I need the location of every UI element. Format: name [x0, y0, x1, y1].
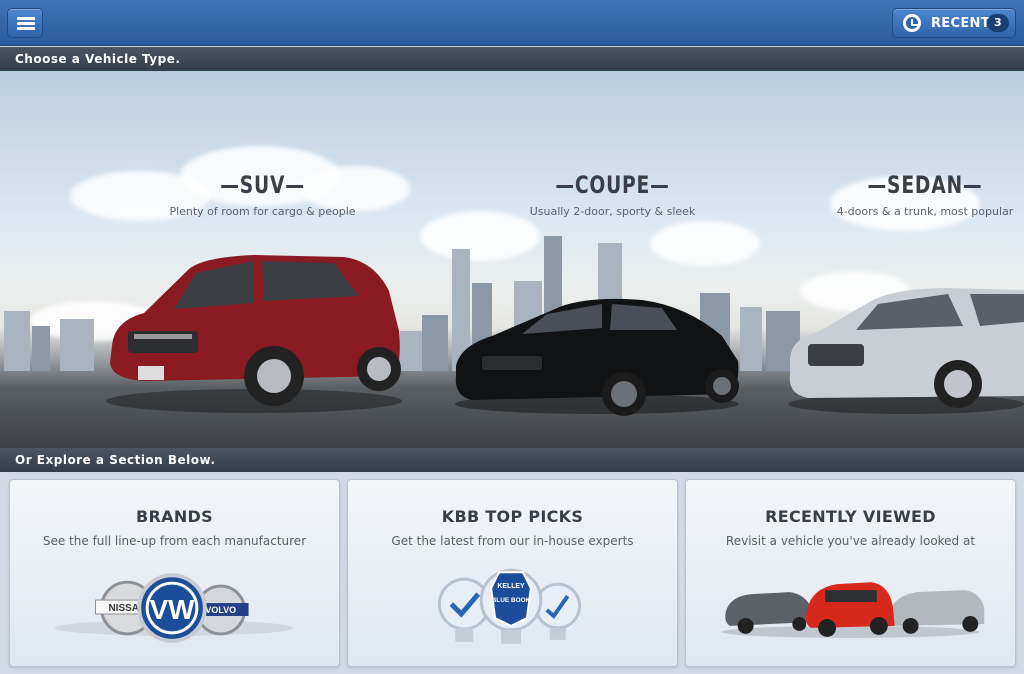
menu-button[interactable] [7, 8, 43, 38]
recent-button[interactable]: RECENT 3 [892, 8, 1016, 38]
recent-cars-image [720, 582, 985, 638]
silver-sedan-car [890, 590, 985, 634]
recent-count-badge: 3 [987, 14, 1009, 32]
card-description: Get the latest from our in-house experts [391, 534, 634, 548]
skyline-building [422, 315, 448, 371]
check-arrow-award-icon [534, 582, 582, 640]
card-description: Revisit a vehicle you've already looked … [725, 534, 976, 548]
vehicle-type-carousel[interactable]: —SUV— Plenty of room for cargo & people … [0, 71, 1024, 448]
suv-car-image[interactable] [104, 251, 404, 416]
skyline-building [32, 326, 50, 371]
hamburger-line [17, 27, 35, 30]
sedan-car-image[interactable] [788, 286, 1024, 416]
card-title: RECENTLY VIEWED [765, 507, 936, 526]
kbb-top-picks-card[interactable]: KBB TOP PICKS Get the latest from our in… [347, 479, 678, 667]
recent-label: RECENT [931, 16, 990, 31]
skyline-building [4, 311, 30, 371]
vehicle-type-title: —COUPE— [555, 171, 670, 199]
skyline-building [60, 319, 94, 371]
vehicle-type-description: Usually 2-door, sporty & sleek [529, 205, 696, 218]
vehicle-type-coupe[interactable]: —COUPE— Usually 2-door, sporty & sleek [490, 171, 735, 218]
top-navigation-bar: RECENT 3 [0, 0, 1024, 46]
vehicle-type-section-header: Choose a Vehicle Type. [0, 47, 1024, 71]
kbb-awards-image: KELLEY BLUE BOOK [437, 568, 582, 644]
svg-text:VOLVO: VOLVO [205, 605, 236, 615]
brand-logos-image: NISSAN VOLVO VW [54, 573, 294, 643]
hamburger-line [17, 22, 35, 25]
svg-text:VW: VW [150, 594, 196, 625]
card-description: See the full line-up from each manufactu… [42, 534, 307, 548]
vehicle-type-sedan[interactable]: —SEDAN— 4-doors & a trunk, most popular [830, 171, 1020, 218]
kelley-blue-book-badge: KELLEY BLUE BOOK [479, 568, 543, 644]
vw-logo: VW [137, 573, 207, 643]
brands-card[interactable]: BRANDS See the full line-up from each ma… [9, 479, 340, 667]
hamburger-menu-icon [17, 17, 35, 20]
coupe-car-image[interactable] [452, 296, 742, 416]
cloud [420, 211, 540, 261]
vehicle-type-description: 4-doors & a trunk, most popular [836, 205, 1014, 218]
svg-text:KELLEY: KELLEY [497, 583, 525, 590]
vehicle-type-title: —SEDAN— [867, 171, 983, 199]
clock-icon [903, 14, 921, 32]
vehicle-type-title: —SUV— [220, 171, 305, 199]
svg-text:BLUE BOOK: BLUE BOOK [492, 597, 531, 604]
skyline-building [740, 307, 762, 371]
card-title: KBB TOP PICKS [441, 507, 584, 526]
explore-section-header: Or Explore a Section Below. [0, 448, 1024, 472]
vehicle-type-suv[interactable]: —SUV— Plenty of room for cargo & people [140, 171, 385, 218]
recently-viewed-card[interactable]: RECENTLY VIEWED Revisit a vehicle you've… [685, 479, 1016, 667]
card-title: BRANDS [136, 507, 213, 526]
cloud [650, 221, 760, 266]
vehicle-type-description: Plenty of room for cargo & people [169, 205, 356, 218]
